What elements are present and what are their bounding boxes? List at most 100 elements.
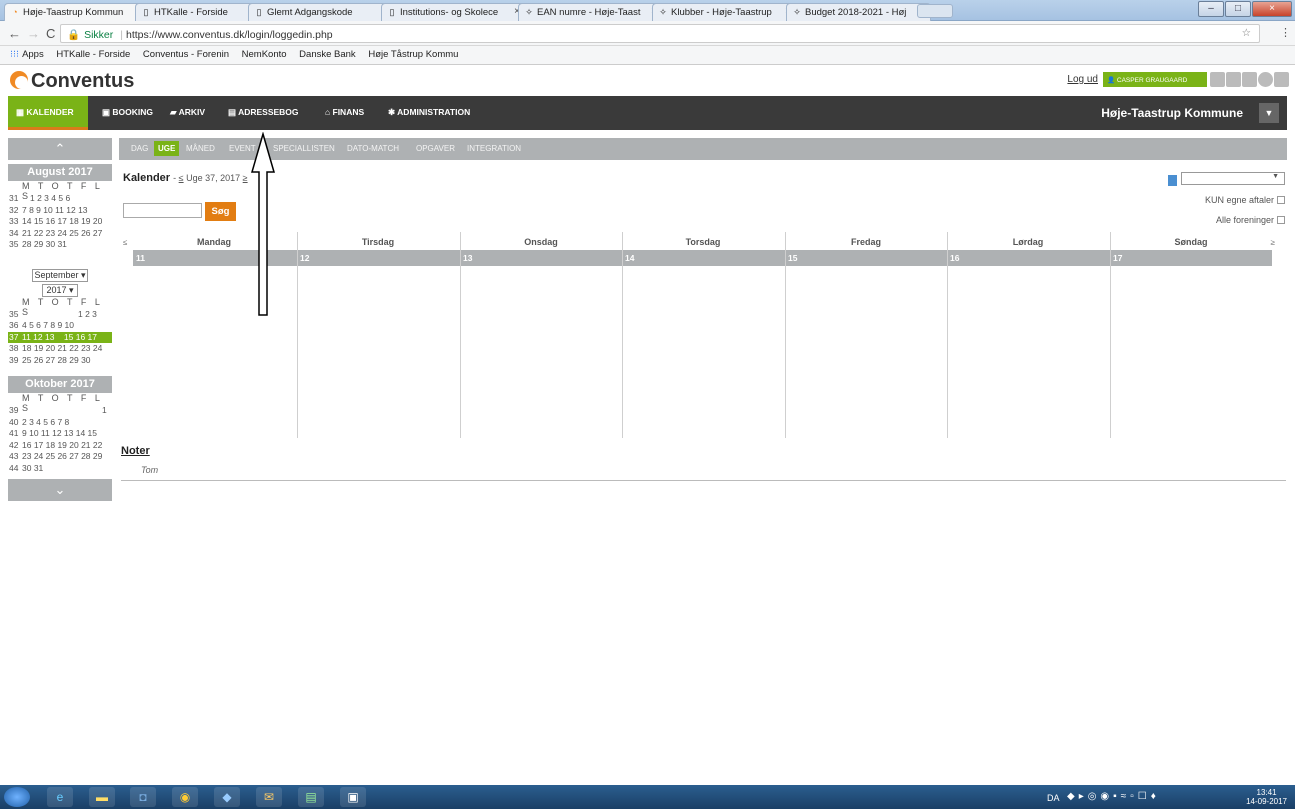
- chrome-icon[interactable]: ◉: [172, 787, 198, 807]
- week-row[interactable]: 39 25 26 27 28 29 30: [8, 355, 112, 367]
- prev-week-arrow[interactable]: ≤: [123, 238, 127, 247]
- day-number[interactable]: 12: [297, 250, 460, 266]
- lync-icon[interactable]: ◆: [214, 787, 240, 807]
- only-own-checkbox[interactable]: KUN egne aftaler: [1205, 195, 1285, 205]
- week-row[interactable]: 38 18 19 20 21 22 23 24: [8, 343, 112, 355]
- language-indicator[interactable]: DA: [1047, 793, 1060, 803]
- tab-dato-match[interactable]: DATO-MATCH: [347, 144, 399, 153]
- day-divider: [460, 232, 461, 438]
- week-row[interactable]: 40 2 3 4 5 6 7 8: [8, 417, 112, 429]
- browser-tab-klubber[interactable]: ✧Klubber - Høje-Taastrup×: [652, 3, 797, 21]
- minimize-button[interactable]: –: [1198, 1, 1224, 17]
- browser-tab-conventus[interactable]: ◔Høje-Taastrup Kommun×: [4, 3, 149, 21]
- explorer-icon[interactable]: ▬: [89, 787, 115, 807]
- month-select[interactable]: September ▾: [32, 268, 88, 282]
- nav-arkiv[interactable]: ▰ ARKIV: [162, 96, 213, 130]
- week-row[interactable]: 35 1 2 3: [8, 309, 112, 321]
- nav-adressebog[interactable]: ▤ ADRESSEBOG: [220, 96, 307, 130]
- browser-tab-budget[interactable]: ✧Budget 2018-2021 - Høj×: [786, 3, 931, 21]
- tab-opgaver[interactable]: OPGAVER: [416, 144, 455, 153]
- week-row[interactable]: 33 14 15 16 17 18 19 20: [8, 216, 112, 228]
- user-badge[interactable]: 👤 CASPER GRAUGAARD: [1103, 72, 1207, 87]
- week-row[interactable]: 31 1 2 3 4 5 6: [8, 193, 112, 205]
- scroll-down-button[interactable]: ⌄: [8, 479, 112, 501]
- search-button[interactable]: Søg: [205, 202, 236, 221]
- document-icon[interactable]: [1226, 72, 1241, 87]
- chat-icon[interactable]: [1210, 72, 1225, 87]
- conventus-icon: ◔: [12, 7, 18, 17]
- presentation-icon[interactable]: ▣: [340, 787, 366, 807]
- week-row[interactable]: 44 30 31: [8, 463, 112, 475]
- ie-icon[interactable]: e: [47, 787, 73, 807]
- folder-icon: ▰: [170, 107, 179, 117]
- screen-icon[interactable]: [1242, 72, 1257, 87]
- help-icon[interactable]: [1258, 72, 1273, 87]
- day-number[interactable]: 14: [622, 250, 785, 266]
- new-tab-button[interactable]: [917, 4, 953, 18]
- tab-dag[interactable]: DAG: [131, 144, 148, 153]
- browser-tab-institutions[interactable]: ▯Institutions- og Skolece×: [381, 3, 526, 21]
- bookmark-apps[interactable]: Apps: [22, 49, 44, 60]
- page-icon: ▯: [389, 7, 395, 17]
- kommune-dropdown-button[interactable]: ▼: [1259, 103, 1279, 123]
- nav-administration[interactable]: ✱ ADMINISTRATION: [380, 96, 478, 130]
- logout-link[interactable]: Log ud: [1067, 74, 1098, 85]
- address-bar-row: ← → C 🔒 Sikker | https://www.conventus.dk/l…: [0, 21, 1295, 46]
- tab-uge[interactable]: UGE: [154, 141, 180, 156]
- browser-tab-ean[interactable]: ✧EAN numre - Høje-Taast×: [518, 3, 663, 21]
- conventus-logo[interactable]: Conventus: [10, 70, 134, 93]
- url-input[interactable]: 🔒 Sikker | https://www.conventus.dk/login/l…: [60, 24, 1260, 43]
- search-input[interactable]: [123, 203, 202, 218]
- weekday-header: M T O T F L S: [22, 393, 103, 413]
- star-icon[interactable]: ☆: [1242, 27, 1251, 39]
- menu-icon[interactable]: ⋮: [1280, 26, 1291, 39]
- nav-finans[interactable]: ⌂ FINANS: [317, 96, 372, 130]
- calendar-heading: Kalender - ≤ Uge 37, 2017 ≥: [123, 172, 248, 184]
- scroll-up-button[interactable]: ⌃: [8, 138, 112, 160]
- tray-icons[interactable]: ◆▸◎◉▪≈▫☐♦: [1067, 791, 1160, 802]
- tab-maaned[interactable]: MÅNED: [186, 144, 215, 153]
- start-button[interactable]: [4, 787, 30, 807]
- year-select[interactable]: 2017 ▾: [42, 283, 78, 297]
- day-number[interactable]: 15: [785, 250, 947, 266]
- day-header: Lørdag: [1012, 237, 1044, 247]
- week-row[interactable]: 32 7 8 9 10 11 12 13: [8, 205, 112, 217]
- maximize-button[interactable]: □: [1225, 1, 1251, 17]
- tab-speciallisten[interactable]: SPECIALLISTEN: [273, 144, 335, 153]
- prev-week-link[interactable]: ≤: [179, 173, 184, 183]
- nav-kalender[interactable]: ▦ KALENDER: [8, 96, 88, 130]
- close-window-button[interactable]: ×: [1252, 1, 1292, 17]
- week-row[interactable]: 42 16 17 18 19 20 21 22: [8, 440, 112, 452]
- back-icon[interactable]: ←: [8, 26, 21, 41]
- bookmark-htk[interactable]: Høje Tåstrup Kommu: [368, 49, 458, 60]
- day-number[interactable]: 17: [1110, 250, 1272, 266]
- day-number[interactable]: 16: [947, 250, 1110, 266]
- browser-tab-glemt[interactable]: ▯Glemt Adgangskode×: [248, 3, 393, 21]
- gear-icon[interactable]: [1274, 72, 1289, 87]
- week-row[interactable]: 43 23 24 25 26 27 28 29: [8, 451, 112, 463]
- tab-integration[interactable]: INTEGRATION: [467, 144, 521, 153]
- app-icon[interactable]: ◘: [130, 787, 156, 807]
- outlook-icon[interactable]: ✉: [256, 787, 282, 807]
- next-week-link[interactable]: ≥: [243, 173, 248, 183]
- all-clubs-checkbox[interactable]: Alle foreninger: [1216, 215, 1285, 225]
- forward-icon[interactable]: →: [27, 26, 40, 41]
- week-row[interactable]: 41 9 10 11 12 13 14 15: [8, 428, 112, 440]
- week-row[interactable]: 34 21 22 23 24 25 26 27: [8, 228, 112, 240]
- calendar-select[interactable]: ▼: [1181, 172, 1285, 185]
- bank-icon: ⌂: [325, 107, 333, 117]
- week-row[interactable]: 39 1: [8, 405, 112, 417]
- week-row[interactable]: 36 4 5 6 7 8 9 10: [8, 320, 112, 332]
- bookmark-nemkonto[interactable]: NemKonto: [242, 49, 287, 60]
- bookmark-htkalle[interactable]: HTKalle - Forside: [56, 49, 130, 60]
- clock[interactable]: 13:41 14-09-2017: [1246, 788, 1287, 806]
- day-number[interactable]: 13: [460, 250, 622, 266]
- puzzle-icon: ✧: [659, 7, 667, 17]
- week-row[interactable]: 35 28 29 30 31: [8, 239, 112, 251]
- spreadsheet-icon[interactable]: ▤: [298, 787, 324, 807]
- week-row-current[interactable]: 37 11 12 13 15 16 17: [8, 331, 112, 343]
- nav-booking[interactable]: ▣ BOOKING: [94, 96, 161, 130]
- bookmark-danske-bank[interactable]: Danske Bank: [299, 49, 356, 60]
- bookmark-conventus[interactable]: Conventus - Forenin: [143, 49, 229, 60]
- reload-icon[interactable]: C: [46, 26, 55, 41]
